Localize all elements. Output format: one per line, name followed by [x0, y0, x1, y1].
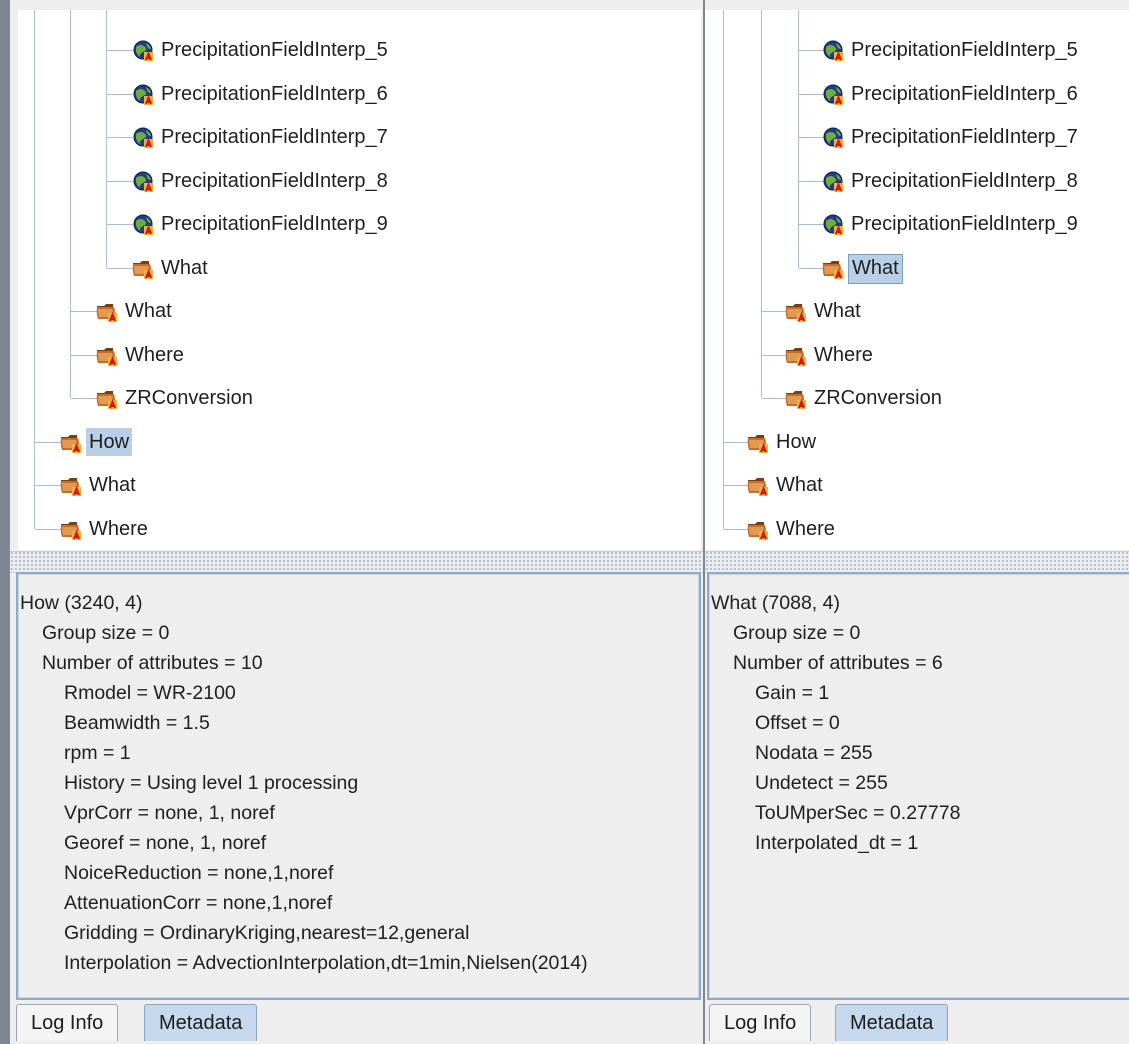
tree-node-label: PrecipitationFieldInterp_9 [851, 213, 1078, 235]
metadata-attribute: VprCorr = none, 1, noref [64, 802, 275, 824]
tree-node-label: What [161, 257, 208, 279]
folder-group-icon [747, 474, 771, 498]
tree-node-label: What [814, 300, 861, 322]
metadata-attribute: Georef = none, 1, noref [64, 832, 267, 854]
folder-group-icon [60, 474, 84, 498]
globe-dataset-icon [132, 39, 156, 63]
globe-dataset-icon [132, 170, 156, 194]
metadata-attribute: Beamwidth = 1.5 [64, 712, 210, 734]
left-tree-view[interactable]: PrecipitationFieldInterp_5 Precipitation… [18, 10, 701, 550]
right-panel: PrecipitationFieldInterp_5 Precipitation… [705, 0, 1129, 1044]
metadata-group-size: Group size = 0 [42, 622, 170, 644]
globe-dataset-icon [132, 213, 156, 237]
folder-group-icon [96, 387, 120, 411]
metadata-attribute-count: Number of attributes = 6 [733, 652, 943, 674]
tree-node-label: Where [89, 518, 148, 540]
globe-dataset-icon [132, 83, 156, 107]
metadata-panel: How (3240, 4) Group size = 0 Number of a… [16, 572, 701, 1000]
metadata-attribute: Rmodel = WR-2100 [64, 682, 236, 704]
folder-group-icon [785, 387, 809, 411]
split-divider[interactable] [705, 551, 1129, 573]
metadata-attribute: NoiceReduction = none,1,noref [64, 862, 334, 884]
tree-node-label: What [125, 300, 172, 322]
folder-group-icon [132, 257, 156, 281]
folder-group-icon [747, 518, 771, 542]
metadata-attribute: AttenuationCorr = none,1,noref [64, 892, 333, 914]
tree-node-label: How [776, 431, 817, 453]
tree-node-label: How [86, 428, 133, 456]
metadata-attribute: Undetect = 255 [755, 772, 888, 794]
tab-metadata[interactable]: Metadata [835, 1004, 949, 1041]
globe-dataset-icon [822, 83, 846, 107]
tree-node-label: PrecipitationFieldInterp_9 [161, 213, 388, 235]
metadata-panel: What (7088, 4) Group size = 0 Number of … [707, 572, 1129, 1000]
tab-metadata[interactable]: Metadata [144, 1004, 258, 1041]
tree-node-label: PrecipitationFieldInterp_8 [851, 170, 1078, 192]
globe-dataset-icon [132, 126, 156, 150]
metadata-attribute: Gain = 1 [755, 682, 830, 704]
globe-dataset-icon [822, 39, 846, 63]
folder-group-icon [785, 344, 809, 368]
folder-group-icon [822, 257, 846, 281]
metadata-attribute: Gridding = OrdinaryKriging,nearest=12,ge… [64, 922, 470, 944]
folder-group-icon [96, 344, 120, 368]
tree-node-label: PrecipitationFieldInterp_5 [851, 39, 1078, 61]
folder-group-icon [60, 431, 84, 455]
tree-node-label: PrecipitationFieldInterp_8 [161, 170, 388, 192]
tree-node-label: PrecipitationFieldInterp_7 [851, 126, 1078, 148]
metadata-group-size: Group size = 0 [733, 622, 861, 644]
tree-node-label: What [776, 474, 823, 496]
tree-node-label: What [848, 254, 903, 284]
tree-node-label: Where [776, 518, 835, 540]
metadata-attribute: Interpolated_dt = 1 [755, 832, 919, 854]
tab-bar: Log Info Metadata [705, 1000, 1129, 1044]
globe-dataset-icon [822, 126, 846, 150]
folder-group-icon [60, 518, 84, 542]
globe-dataset-icon [822, 213, 846, 237]
tree-node-label: ZRConversion [814, 387, 942, 409]
left-panel: PrecipitationFieldInterp_5 Precipitation… [10, 0, 703, 1044]
tree-node-label: ZRConversion [125, 387, 253, 409]
tree-node-label: PrecipitationFieldInterp_6 [161, 83, 388, 105]
metadata-attribute: History = Using level 1 processing [64, 772, 359, 794]
split-divider[interactable] [10, 551, 703, 573]
tree-node-label: PrecipitationFieldInterp_5 [161, 39, 388, 61]
tree-node-label: What [89, 474, 136, 496]
tab-log-info[interactable]: Log Info [16, 1004, 119, 1041]
tree-node-label: PrecipitationFieldInterp_6 [851, 83, 1078, 105]
metadata-attribute-count: Number of attributes = 10 [42, 652, 263, 674]
metadata-attribute: rpm = 1 [64, 742, 131, 764]
tab-log-info[interactable]: Log Info [709, 1004, 812, 1041]
folder-group-icon [785, 300, 809, 324]
metadata-attribute: Offset = 0 [755, 712, 840, 734]
metadata-header: What (7088, 4) [711, 592, 840, 614]
metadata-header: How (3240, 4) [20, 592, 143, 614]
tree-node-label: Where [814, 344, 873, 366]
globe-dataset-icon [822, 170, 846, 194]
tree-node-label: PrecipitationFieldInterp_7 [161, 126, 388, 148]
metadata-attribute: Interpolation = AdvectionInterpolation,d… [64, 952, 588, 974]
metadata-attribute: Nodata = 255 [755, 742, 873, 764]
folder-group-icon [747, 431, 771, 455]
metadata-attribute: ToUMperSec = 0.27778 [755, 802, 961, 824]
folder-group-icon [96, 300, 120, 324]
tab-bar: Log Info Metadata [10, 1000, 703, 1044]
tree-node-label: Where [125, 344, 184, 366]
right-tree-view[interactable]: PrecipitationFieldInterp_5 Precipitation… [705, 10, 1129, 550]
